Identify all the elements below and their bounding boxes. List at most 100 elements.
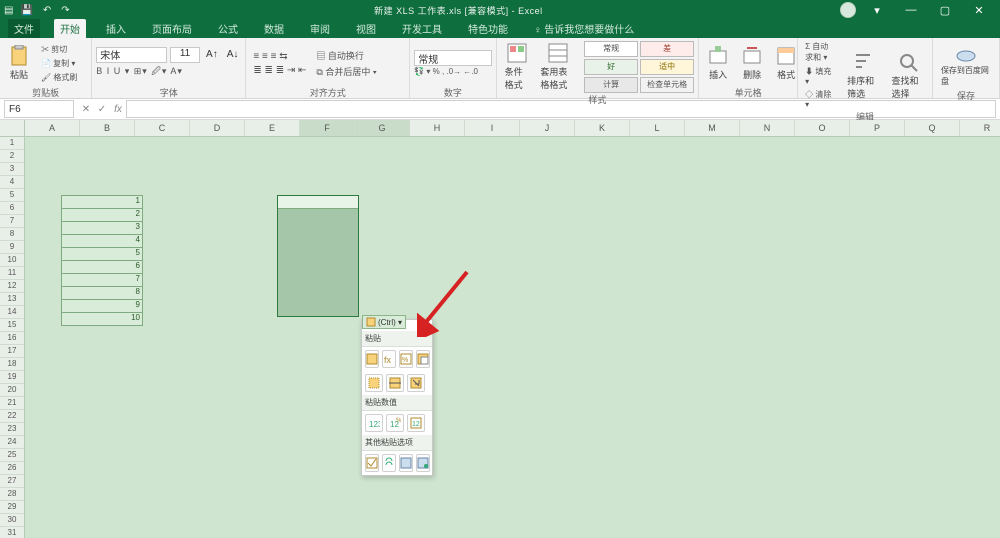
paste-transpose-icon[interactable] [407,374,425,392]
col-header-L[interactable]: L [630,120,685,136]
close-button[interactable]: ✕ [966,4,992,17]
col-header-I[interactable]: I [465,120,520,136]
font-style-row[interactable]: B I U ▾ ⊞▾ 🖉▾ A▾ [96,64,241,80]
row-header-24[interactable]: 24 [0,436,24,449]
col-header-O[interactable]: O [795,120,850,136]
row-header-28[interactable]: 28 [0,488,24,501]
name-box[interactable]: F6 [4,100,74,118]
source-cell[interactable]: 10 [62,313,142,325]
row-header-30[interactable]: 30 [0,514,24,527]
select-all-corner[interactable] [0,120,25,137]
row-header-23[interactable]: 23 [0,423,24,436]
paste-values-numfmt-icon[interactable]: 12% [386,414,404,432]
col-header-D[interactable]: D [190,120,245,136]
minimize-button[interactable]: — [898,4,924,16]
col-header-N[interactable]: N [740,120,795,136]
source-cell[interactable]: 1 [62,196,142,209]
ribbon-options-button[interactable]: ▾ [864,4,890,17]
paste-formulas-format-icon[interactable]: % [399,350,413,368]
col-header-B[interactable]: B [80,120,135,136]
column-headers[interactable]: ABCDEFGHIJKLMNOPQR [25,120,1000,137]
cut-button[interactable]: ✂ 剪切 [38,43,80,56]
source-cell[interactable]: 8 [62,287,142,300]
cancel-formula-icon[interactable]: ✕ [78,104,94,115]
col-header-E[interactable]: E [245,120,300,136]
col-header-J[interactable]: J [520,120,575,136]
paste-button[interactable]: 粘贴 [4,43,34,83]
paste-format-only-icon[interactable] [365,454,379,472]
row-headers[interactable]: 1234567891011121314151617181920212223242… [0,137,25,538]
tab-view[interactable]: 视图 [350,19,382,38]
style-bad[interactable]: 差 [640,41,694,57]
paste-values-icon[interactable]: 123 [365,414,383,432]
row-header-3[interactable]: 3 [0,163,24,176]
row-header-21[interactable]: 21 [0,397,24,410]
paste-no-borders-icon[interactable] [365,374,383,392]
table-format-button[interactable]: 套用表格格式 [536,40,580,93]
source-cell[interactable]: 5 [62,248,142,261]
tab-review[interactable]: 审阅 [304,19,336,38]
source-cell[interactable]: 6 [62,261,142,274]
row-header-29[interactable]: 29 [0,501,24,514]
col-header-R[interactable]: R [960,120,1000,136]
maximize-button[interactable]: ▢ [932,4,958,17]
row-header-10[interactable]: 10 [0,254,24,267]
row-header-17[interactable]: 17 [0,345,24,358]
autosum-button[interactable]: Σ 自动求和 ▾ [802,40,839,64]
row-header-8[interactable]: 8 [0,228,24,241]
format-painter-button[interactable]: 🖌 格式刷 [38,71,80,84]
tab-data[interactable]: 数据 [258,19,290,38]
tell-me-input[interactable]: ♀ 告诉我您想要做什么 [528,19,640,38]
style-neutral[interactable]: 适中 [640,59,694,75]
row-header-12[interactable]: 12 [0,280,24,293]
wrap-text-button[interactable]: ▤ 自动换行 [313,48,379,63]
insert-cells-button[interactable]: 插入 [703,43,733,83]
row-header-22[interactable]: 22 [0,410,24,423]
col-header-M[interactable]: M [685,120,740,136]
row-header-6[interactable]: 6 [0,202,24,215]
delete-cells-button[interactable]: 删除 [737,43,767,83]
col-header-F[interactable]: F [300,120,355,136]
style-good[interactable]: 好 [584,59,638,75]
paste-link-icon[interactable] [382,454,396,472]
col-header-A[interactable]: A [25,120,80,136]
paste-options-trigger[interactable]: (Ctrl) ▾ [362,315,406,329]
cell-styles-gallery[interactable]: 常规 差 好 适中 计算 检查单元格 [584,41,694,93]
undo-button[interactable]: ↶ [40,4,54,17]
col-header-C[interactable]: C [135,120,190,136]
selection-range[interactable] [277,195,359,317]
redo-button[interactable]: ↷ [58,4,72,17]
row-header-20[interactable]: 20 [0,384,24,397]
row-header-18[interactable]: 18 [0,358,24,371]
paste-values-srcfmt-icon[interactable]: 12 [407,414,425,432]
font-family-select[interactable]: 宋体 [96,47,167,63]
row-header-5[interactable]: 5 [0,189,24,202]
col-header-G[interactable]: G [355,120,410,136]
row-header-2[interactable]: 2 [0,150,24,163]
tab-special[interactable]: 特色功能 [462,19,514,38]
enter-formula-icon[interactable]: ✓ [94,104,110,115]
col-header-H[interactable]: H [410,120,465,136]
font-size-select[interactable]: 11 [170,47,200,63]
source-cell[interactable]: 2 [62,209,142,222]
find-select-button[interactable]: 查找和选择 [888,49,928,102]
sort-filter-button[interactable]: 排序和筛选 [843,49,883,102]
col-header-P[interactable]: P [850,120,905,136]
align-row2[interactable]: ≣ ≣ ≣ ⇥ ⇤ [250,64,309,77]
paste-picture-icon[interactable] [399,454,413,472]
source-cell[interactable]: 7 [62,274,142,287]
cells-area[interactable]: 12345678910 (Ctrl) ▾ 粘贴 fx % [25,137,1000,538]
number-format-select[interactable]: 常规 [414,50,491,66]
tab-formulas[interactable]: 公式 [212,19,244,38]
row-header-19[interactable]: 19 [0,371,24,384]
paste-column-width-icon[interactable] [386,374,404,392]
align-row1[interactable]: ≡ ≡ ≡ ⇆ [250,50,309,63]
style-calc[interactable]: 计算 [584,77,638,93]
tab-layout[interactable]: 页面布局 [146,19,198,38]
number-buttons[interactable]: 💱 ▾ % , .0→ ←.0 [414,67,491,76]
style-normal[interactable]: 常规 [584,41,638,57]
increase-font-icon[interactable]: A↑ [203,48,221,61]
row-header-16[interactable]: 16 [0,332,24,345]
clear-button[interactable]: ◇ 清除 ▾ [802,88,839,110]
save-baidu-button[interactable]: 保存到百度网盘 [937,40,995,89]
